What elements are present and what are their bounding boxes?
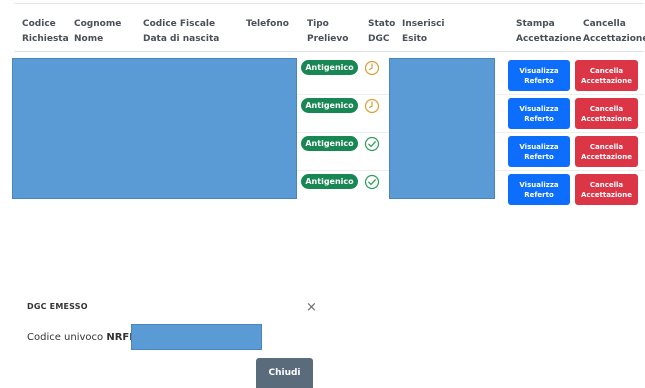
modal-title: DGC EMESSO [27, 302, 88, 311]
header-telefono: Telefono [246, 19, 289, 29]
pending-clock-icon [364, 60, 380, 76]
check-circle-icon [364, 174, 380, 190]
header-codice-richiesta: Codice Richiesta [22, 19, 69, 44]
tipo-prelievo-badge: Antigenico [301, 174, 358, 189]
redacted-esito-area [389, 58, 495, 199]
visualizza-referto-button[interactable]: Visualizza Referto [508, 98, 570, 129]
nrfe-label-prefix: Codice univoco [27, 332, 107, 343]
tipo-prelievo-badge: Antigenico [301, 98, 358, 113]
redacted-personal-data [12, 58, 297, 199]
header-stato-dgc: Stato DGC [368, 19, 396, 44]
visualizza-referto-button[interactable]: Visualizza Referto [508, 174, 570, 205]
cancella-accettazione-button[interactable]: Cancella Accettazione [575, 98, 638, 129]
redacted-nrfe-code [131, 324, 262, 350]
header-inserisci-esito: Inserisci Esito [402, 19, 445, 44]
tipo-prelievo-badge: Antigenico [301, 136, 358, 151]
header-codice-fiscale: Codice Fiscale Data di nascita [143, 19, 220, 44]
chiudi-button[interactable]: Chiudi [256, 358, 313, 388]
header-cancella-accettazione: Cancella Accettazione [583, 19, 645, 44]
header-cognome-nome: Cognome Nome [74, 19, 122, 44]
table-top-border [14, 3, 644, 4]
header-tipo-prelievo: Tipo Prelievo [307, 19, 349, 44]
header-divider [14, 51, 644, 52]
cancella-accettazione-button[interactable]: Cancella Accettazione [575, 60, 638, 91]
close-icon[interactable]: × [306, 300, 317, 316]
cancella-accettazione-button[interactable]: Cancella Accettazione [575, 174, 638, 205]
visualizza-referto-button[interactable]: Visualizza Referto [508, 136, 570, 167]
pending-clock-icon [364, 98, 380, 114]
tipo-prelievo-badge: Antigenico [301, 60, 358, 75]
header-stampa-accettazione: Stampa Accettazione [516, 19, 582, 44]
nrfe-label: Codice univoco NRFE: [27, 332, 140, 343]
check-circle-icon [364, 136, 380, 152]
visualizza-referto-button[interactable]: Visualizza Referto [508, 60, 570, 91]
cancella-accettazione-button[interactable]: Cancella Accettazione [575, 136, 638, 167]
